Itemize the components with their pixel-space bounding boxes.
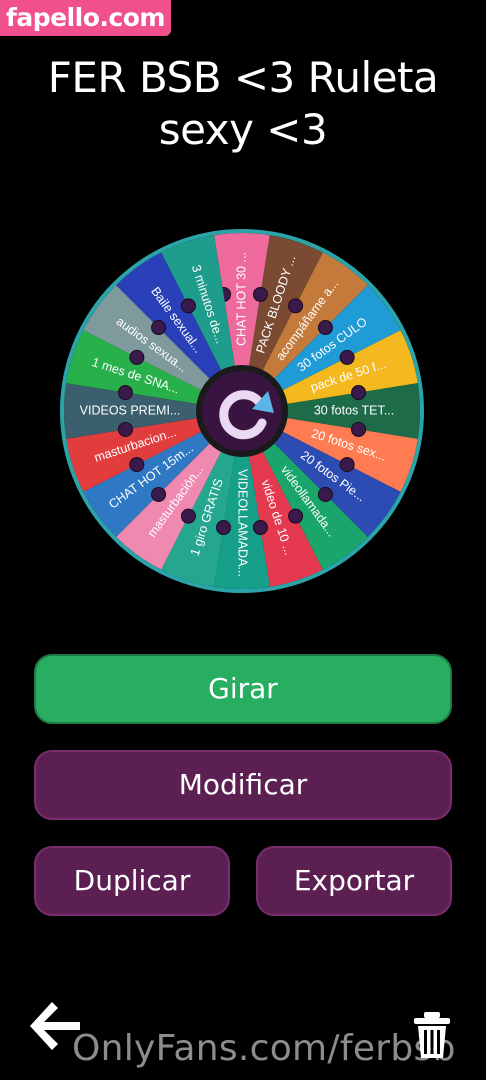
wheel-peg [288, 298, 304, 314]
spin-hub[interactable] [196, 365, 288, 457]
wheel-peg [151, 486, 167, 502]
wheel-peg [351, 421, 367, 437]
duplicate-button[interactable]: Duplicar [34, 846, 230, 916]
spin-button[interactable]: Girar [34, 654, 452, 724]
wheel-peg [339, 457, 355, 473]
export-button[interactable]: Exportar [256, 846, 452, 916]
trash-icon[interactable] [410, 1010, 454, 1060]
wheel-peg [151, 320, 167, 336]
wheel-peg [339, 349, 355, 365]
wheel-peg [351, 385, 367, 401]
wheel-peg [216, 520, 232, 536]
wheel-peg [129, 457, 145, 473]
wheel-segment-label: CHAT HOT 30 ... [234, 252, 248, 346]
wheel-peg [252, 520, 268, 536]
wheel-peg [129, 349, 145, 365]
wheel-segment-label: 30 fotos TET... [314, 403, 394, 417]
wheel-peg [317, 486, 333, 502]
modify-button[interactable]: Modificar [34, 750, 452, 820]
watermark-text: OnlyFans.com/ferbsb [72, 1028, 456, 1069]
wheel-segment-label: VIDEOS PREMI... [80, 403, 181, 417]
wheel-peg [252, 286, 268, 302]
wheel-peg [180, 508, 196, 524]
spin-wheel[interactable]: CHAT HOT 30 ... PACK BLOODY ...acompáñame… [60, 229, 424, 593]
page-title: FER BSB <3 Ruleta sexy <3 [47, 53, 439, 154]
watermark-logo: fapello.com [0, 0, 171, 36]
wheel-segment-label: VIDEOLLAMADA... [236, 469, 250, 577]
wheel-peg [317, 320, 333, 336]
wheel-peg [117, 385, 133, 401]
wheel-peg [117, 421, 133, 437]
wheel-peg [180, 298, 196, 314]
wheel-peg [288, 508, 304, 524]
